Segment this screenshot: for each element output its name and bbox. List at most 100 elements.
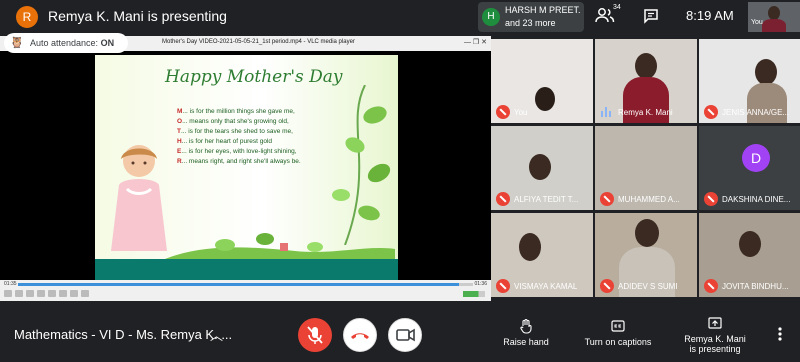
people-count: 34 [613, 4, 621, 11]
mothers-day-card: Happy Mother's Day M... is for the milli… [95, 55, 398, 259]
participant-tile[interactable]: You [491, 39, 593, 123]
more-options-button[interactable] [776, 326, 784, 342]
presenting-line-2: is presenting [689, 344, 741, 354]
participant-name: You [514, 108, 528, 117]
mic-off-icon [496, 279, 510, 293]
leave-call-button[interactable] [343, 318, 377, 352]
captions-button[interactable]: Turn on captions [580, 318, 656, 347]
poem-line: T... is for the tears she shed to save m… [177, 128, 293, 135]
bottom-bar: Mathematics - VI D - Ms. Remya K. ... ︿ [0, 306, 800, 362]
poem-line: O... means only that she's growing old, [177, 118, 289, 125]
playlist-icon[interactable] [59, 290, 67, 297]
participant-tile[interactable]: JOVITA BINDHU... [699, 213, 800, 297]
loop-icon[interactable] [70, 290, 78, 297]
mic-off-icon [704, 279, 718, 293]
hang-up-icon [351, 333, 369, 339]
mic-off-icon [600, 192, 614, 206]
volume-slider[interactable] [463, 291, 485, 297]
presenting-line-1: Remya K. Mani [684, 334, 746, 344]
next-icon[interactable] [37, 290, 45, 297]
self-label: You [751, 19, 763, 26]
participant-name: HARSH M PREET... [505, 5, 581, 15]
participant-name: VISMAYA KAMAL [514, 282, 578, 291]
raise-hand-label: Raise hand [503, 337, 549, 347]
grass-illustration [165, 233, 395, 259]
seek-progress [18, 283, 460, 286]
camera-button[interactable] [388, 318, 422, 352]
top-bar: R Remya K. Mani is presenting H HARSH M … [0, 0, 800, 34]
participant-body [747, 83, 787, 123]
seek-bar[interactable] [18, 283, 473, 286]
present-icon [708, 317, 722, 329]
girl-illustration [111, 145, 167, 251]
clock: 8:19 AM [686, 8, 734, 23]
poem: M... is for the million things she gave … [177, 107, 301, 167]
participant-face [739, 231, 761, 257]
self-face [768, 6, 780, 20]
auto-attendance-chip[interactable]: 🦉 Auto attendance: ON [4, 33, 128, 53]
shared-screen: Mother's Day VIDEO-2021-05-05-21_1st per… [0, 36, 491, 301]
meeting-details[interactable]: Mathematics - VI D - Ms. Remya K. ... [14, 327, 232, 342]
participant-avatar: H [482, 8, 500, 26]
participant-name: ADIDEV S SUMI [618, 282, 678, 291]
participant-face [635, 219, 659, 247]
participant-face [519, 233, 541, 261]
mic-off-icon [704, 192, 718, 206]
auto-attendance-text: Auto attendance: ON [30, 38, 115, 48]
poem-line: R... means right, and right she'll alway… [177, 158, 301, 165]
window-controls[interactable]: — ❐ ✕ [464, 38, 487, 46]
participant-name: JOVITA BINDHU... [722, 282, 789, 291]
mic-off-icon [307, 326, 323, 344]
mic-off-icon [704, 105, 718, 119]
shuffle-icon[interactable] [81, 290, 89, 297]
presenter-avatar: R [16, 6, 38, 28]
fullscreen-icon[interactable] [48, 290, 56, 297]
participant-avatar: D [742, 144, 770, 172]
chevron-up-icon[interactable]: ︿ [210, 325, 223, 344]
video-frame: Happy Mother's Day M... is for the milli… [95, 55, 398, 281]
participant-name: ALFIYA TEDIT T... [514, 195, 579, 204]
speaking-icon [601, 107, 611, 117]
presenting-title: Remya K. Mani is presenting [48, 8, 227, 24]
mic-off-icon [496, 105, 510, 119]
vlc-controls: 01:35 01:36 [0, 280, 491, 301]
participant-tile[interactable]: D DAKSHINA DINE... [699, 126, 800, 210]
participant-grid: You Remya K. Mani JENIS ANNA/GE... ALFIY… [491, 39, 800, 297]
hand-icon [520, 318, 532, 334]
participant-tile[interactable]: ADIDEV S SUMI [595, 213, 697, 297]
mic-off-icon [496, 192, 510, 206]
participant-tile[interactable]: ALFIYA TEDIT T... [491, 126, 593, 210]
participant-tile[interactable]: JENIS ANNA/GE... [699, 39, 800, 123]
more-vert-icon [778, 327, 782, 341]
participant-face [755, 59, 777, 85]
elapsed-time: 01:35 [4, 281, 17, 287]
mic-off-icon [600, 279, 614, 293]
captions-icon [611, 320, 625, 332]
self-preview[interactable]: You [748, 2, 800, 32]
previous-icon[interactable] [15, 290, 23, 297]
captions-label: Turn on captions [584, 337, 652, 347]
chat-icon [644, 9, 658, 24]
participant-more: and 23 more [505, 18, 556, 28]
vlc-title: Mother's Day VIDEO-2021-05-05-21_1st per… [162, 39, 355, 45]
participant-name: Remya K. Mani [618, 108, 673, 117]
microphone-button[interactable] [298, 318, 332, 352]
leaves-illustration [332, 85, 391, 245]
camera-icon [396, 328, 415, 342]
participant-name: DAKSHINA DINE... [722, 195, 791, 204]
poem-line: M... is for the million things she gave … [177, 108, 295, 115]
participant-tile[interactable]: Remya K. Mani [595, 39, 697, 123]
chat-button[interactable] [642, 7, 660, 25]
participant-tile[interactable]: VISMAYA KAMAL [491, 213, 593, 297]
self-body [762, 19, 786, 32]
present-button[interactable]: Remya K. Mani is presenting [680, 315, 750, 354]
playback-buttons [4, 290, 89, 298]
pause-icon[interactable] [4, 290, 12, 297]
poem-line: E... is for her eyes, with love-light sh… [177, 148, 297, 155]
stop-icon[interactable] [26, 290, 34, 297]
participant-face [635, 53, 657, 79]
raise-hand-button[interactable]: Raise hand [496, 318, 556, 347]
participant-tile[interactable]: MUHAMMED A... [595, 126, 697, 210]
participant-chip[interactable]: H HARSH M PREET... and 23 more [478, 2, 584, 32]
participant-name: MUHAMMED A... [618, 195, 680, 204]
